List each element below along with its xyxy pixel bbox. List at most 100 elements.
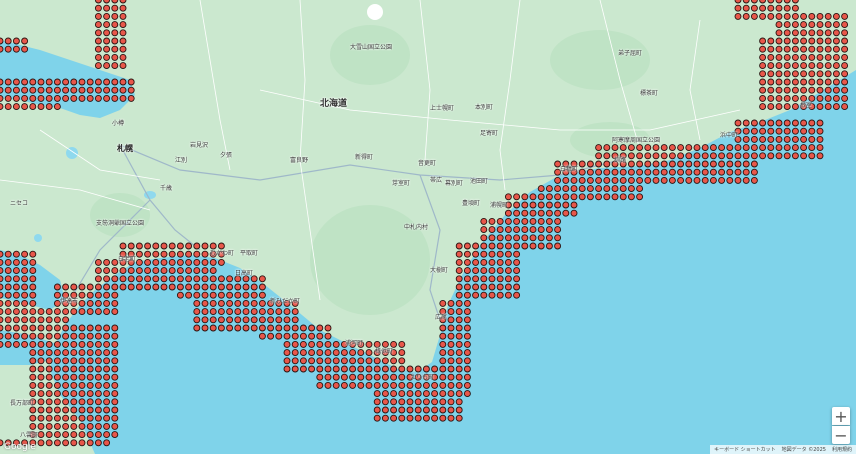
map-marker[interactable] — [103, 308, 111, 316]
map-marker[interactable] — [0, 299, 4, 307]
map-marker[interactable] — [103, 12, 111, 20]
map-marker[interactable] — [111, 340, 119, 348]
map-marker[interactable] — [701, 152, 709, 160]
map-marker[interactable] — [742, 12, 750, 20]
map-marker[interactable] — [201, 242, 209, 250]
map-marker[interactable] — [21, 78, 29, 86]
map-marker[interactable] — [70, 78, 78, 86]
map-marker[interactable] — [12, 283, 20, 291]
map-marker[interactable] — [841, 21, 849, 29]
map-marker[interactable] — [439, 357, 447, 365]
map-marker[interactable] — [841, 103, 849, 111]
map-marker[interactable] — [455, 340, 463, 348]
map-marker[interactable] — [21, 299, 29, 307]
map-marker[interactable] — [783, 152, 791, 160]
map-marker[interactable] — [800, 62, 808, 70]
map-marker[interactable] — [316, 365, 324, 373]
map-marker[interactable] — [791, 78, 799, 86]
city-label-nemuro[interactable]: 根室 — [800, 100, 812, 109]
town-label-ikeda[interactable]: 池田町 — [470, 176, 488, 185]
map-marker[interactable] — [390, 365, 398, 373]
map-marker[interactable] — [37, 373, 45, 381]
map-marker[interactable] — [62, 332, 70, 340]
map-marker[interactable] — [562, 209, 570, 217]
map-marker[interactable] — [12, 86, 20, 94]
map-marker[interactable] — [4, 275, 12, 283]
map-marker[interactable] — [258, 308, 266, 316]
map-marker[interactable] — [775, 78, 783, 86]
map-marker[interactable] — [53, 103, 61, 111]
map-marker[interactable] — [800, 53, 808, 61]
map-marker[interactable] — [816, 37, 824, 45]
map-marker[interactable] — [37, 422, 45, 430]
map-marker[interactable] — [783, 94, 791, 102]
map-marker[interactable] — [152, 267, 160, 275]
map-marker[interactable] — [94, 373, 102, 381]
map-marker[interactable] — [53, 283, 61, 291]
map-marker[interactable] — [258, 275, 266, 283]
map-marker[interactable] — [62, 422, 70, 430]
map-marker[interactable] — [480, 242, 488, 250]
map-marker[interactable] — [308, 357, 316, 365]
map-marker[interactable] — [439, 390, 447, 398]
map-marker[interactable] — [103, 431, 111, 439]
map-marker[interactable] — [463, 316, 471, 324]
map-marker[interactable] — [578, 176, 586, 184]
map-marker[interactable] — [29, 267, 37, 275]
map-marker[interactable] — [29, 78, 37, 86]
map-marker[interactable] — [783, 62, 791, 70]
map-marker[interactable] — [103, 37, 111, 45]
map-marker[interactable] — [29, 381, 37, 389]
map-marker[interactable] — [340, 357, 348, 365]
map-marker[interactable] — [422, 381, 430, 389]
map-marker[interactable] — [160, 275, 168, 283]
town-label-shintoku[interactable]: 新得町 — [355, 152, 373, 161]
map-marker[interactable] — [841, 45, 849, 53]
map-marker[interactable] — [103, 373, 111, 381]
map-marker[interactable] — [455, 316, 463, 324]
map-marker[interactable] — [340, 349, 348, 357]
map-marker[interactable] — [791, 86, 799, 94]
map-marker[interactable] — [726, 144, 734, 152]
map-marker[interactable] — [45, 340, 53, 348]
map-marker[interactable] — [234, 291, 242, 299]
map-marker[interactable] — [193, 299, 201, 307]
map-marker[interactable] — [29, 258, 37, 266]
map-marker[interactable] — [94, 4, 102, 12]
map-marker[interactable] — [750, 0, 758, 4]
map-marker[interactable] — [504, 267, 512, 275]
map-marker[interactable] — [816, 152, 824, 160]
map-marker[interactable] — [627, 176, 635, 184]
map-marker[interactable] — [513, 201, 521, 209]
map-marker[interactable] — [144, 267, 152, 275]
map-marker[interactable] — [250, 291, 258, 299]
map-marker[interactable] — [70, 422, 78, 430]
map-marker[interactable] — [78, 283, 86, 291]
map-marker[interactable] — [21, 340, 29, 348]
map-marker[interactable] — [4, 308, 12, 316]
map-marker[interactable] — [119, 275, 127, 283]
map-marker[interactable] — [299, 324, 307, 332]
map-marker[interactable] — [480, 275, 488, 283]
map-marker[interactable] — [791, 103, 799, 111]
map-marker[interactable] — [86, 390, 94, 398]
map-marker[interactable] — [668, 144, 676, 152]
map-marker[interactable] — [422, 398, 430, 406]
map-marker[interactable] — [94, 62, 102, 70]
map-marker[interactable] — [365, 357, 373, 365]
map-marker[interactable] — [119, 86, 127, 94]
map-marker[interactable] — [529, 226, 537, 234]
map-marker[interactable] — [29, 250, 37, 258]
map-marker[interactable] — [627, 193, 635, 201]
map-marker[interactable] — [554, 176, 562, 184]
map-marker[interactable] — [570, 176, 578, 184]
map-marker[interactable] — [45, 398, 53, 406]
map-marker[interactable] — [816, 144, 824, 152]
map-marker[interactable] — [800, 37, 808, 45]
map-marker[interactable] — [463, 267, 471, 275]
map-marker[interactable] — [349, 349, 357, 357]
map-marker[interactable] — [709, 144, 717, 152]
map-marker[interactable] — [750, 160, 758, 168]
map-marker[interactable] — [4, 103, 12, 111]
map-marker[interactable] — [808, 127, 816, 135]
